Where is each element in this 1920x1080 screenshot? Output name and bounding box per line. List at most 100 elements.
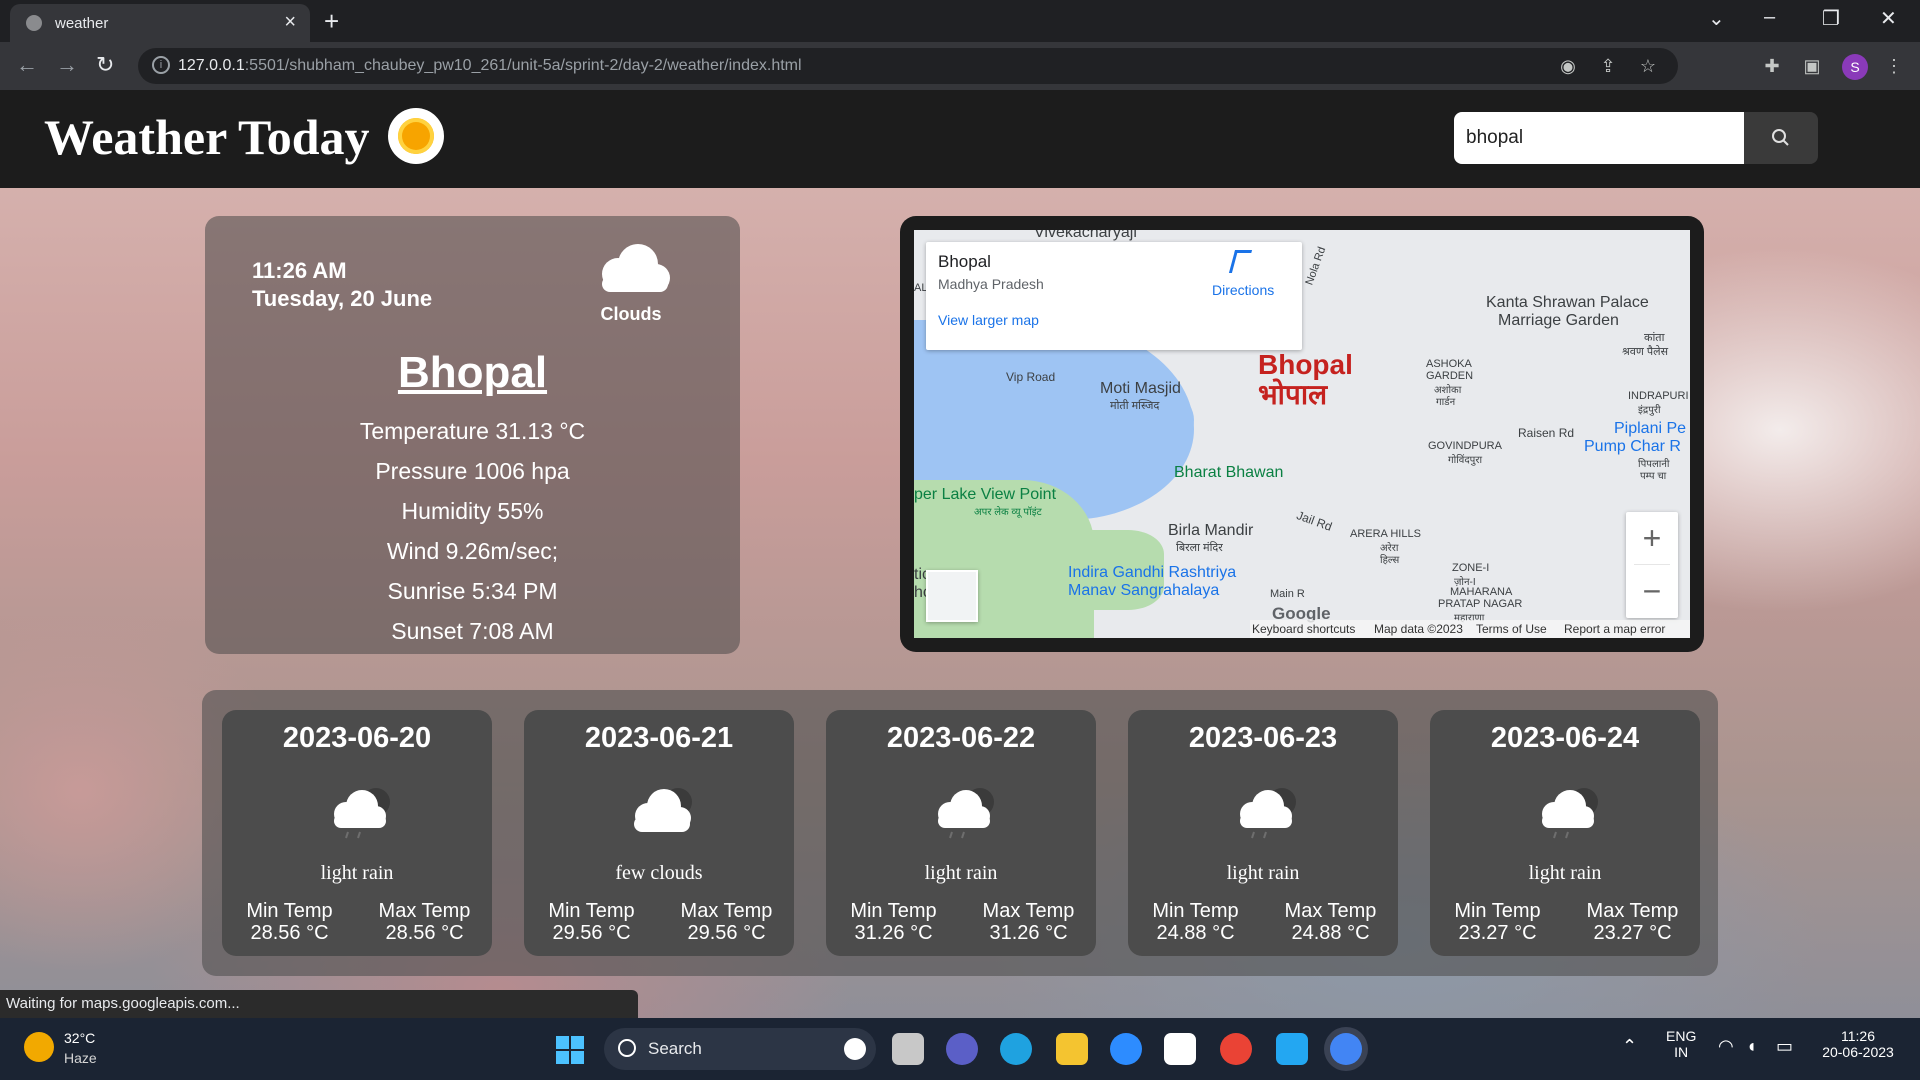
search-button[interactable]	[1744, 112, 1818, 164]
forecast-date: 2023-06-20	[282, 722, 432, 754]
profile-avatar[interactable]: S	[1842, 54, 1868, 80]
back-icon[interactable]: ←	[16, 52, 38, 78]
place-name: Bhopal	[938, 252, 991, 271]
minimize-icon[interactable]: –	[1764, 6, 1775, 29]
edge-icon[interactable]	[1000, 1033, 1032, 1065]
taskbar-weather-condition[interactable]: Haze	[64, 1050, 97, 1066]
current-weather-card: 11:26 AM Tuesday, 20 June Clouds Bhopal …	[205, 216, 740, 654]
windows-start-icon[interactable]	[556, 1036, 584, 1064]
place-info-popup: Bhopal Madhya Pradesh View larger map Di…	[926, 242, 1302, 350]
map-label: Kanta Shrawan Palace	[1486, 294, 1649, 311]
min-temp-label: Min Temp	[850, 900, 937, 922]
page-background: Weather Today 11:26 AM Tuesday, 20 June …	[0, 90, 1920, 1018]
google-map[interactable]: Vivekacharyaji Nola Rd AL Kanta Shrawan …	[914, 230, 1690, 638]
forecast-card: 2023-06-22 light rain Min Temp Max Temp …	[826, 710, 1096, 956]
directions-icon[interactable]	[1228, 250, 1253, 273]
restore-icon[interactable]: ❐	[1822, 6, 1840, 31]
brand-title: Weather Today	[44, 109, 370, 165]
rain-cloud-icon	[938, 788, 994, 839]
zoom-app-icon[interactable]	[1110, 1033, 1142, 1065]
forecast-description: few clouds	[615, 862, 703, 884]
min-temp-value: 28.56 °C	[250, 922, 329, 944]
volume-icon[interactable]: ◖	[1746, 1036, 1757, 1057]
store-icon[interactable]	[1164, 1033, 1196, 1065]
map-label: INDRAPURI	[1628, 390, 1689, 402]
forecast-card: 2023-06-23 light rain Min Temp Max Temp …	[1128, 710, 1398, 956]
battery-icon[interactable]: ▭	[1776, 1036, 1793, 1057]
map-label: कांता	[1644, 332, 1665, 344]
place-region: Madhya Pradesh	[938, 276, 1044, 292]
sun-logo-icon	[388, 108, 444, 164]
eye-off-icon[interactable]: ◉	[1558, 56, 1578, 76]
forecast-date: 2023-06-23	[1188, 722, 1338, 754]
zoom-out-button[interactable]: −	[1626, 565, 1678, 617]
reload-icon[interactable]: ↻	[96, 52, 114, 78]
share-icon[interactable]: ⇪	[1598, 56, 1618, 76]
browser-status-bar: Waiting for maps.googleapis.com...	[0, 990, 638, 1018]
file-explorer-icon[interactable]	[1056, 1033, 1088, 1065]
chrome-profile-icon[interactable]	[1330, 1033, 1362, 1065]
report-map-error-link[interactable]: Report a map error	[1564, 622, 1665, 636]
menu-icon[interactable]: ⋮	[1884, 56, 1904, 76]
forecast-date: 2023-06-21	[584, 722, 734, 754]
wind-text: Wind 9.26m/sec;	[386, 538, 559, 564]
star-icon[interactable]: ☆	[1638, 56, 1658, 76]
forecast-description: light rain	[924, 862, 998, 884]
view-larger-map-link[interactable]: View larger map	[938, 312, 1039, 328]
show-hidden-icons-chevron[interactable]: ⌃	[1622, 1036, 1637, 1057]
vscode-icon[interactable]	[1276, 1033, 1308, 1065]
bing-icon[interactable]	[844, 1038, 866, 1060]
pressure-text: Pressure 1006 hpa	[375, 458, 570, 484]
map-label: ARERA HILLS	[1350, 528, 1421, 540]
map-label: Birla Mandir	[1168, 522, 1254, 539]
forward-icon[interactable]: →	[56, 52, 78, 78]
map-label: ZONE-I	[1452, 562, 1490, 574]
zoom-in-button[interactable]: +	[1626, 512, 1678, 564]
site-info-icon[interactable]: i	[152, 56, 170, 74]
humidity-text: Humidity 55%	[401, 498, 544, 524]
city-search-input[interactable]	[1454, 112, 1744, 164]
tab-search-chevron-icon[interactable]: ⌄	[1708, 6, 1725, 31]
forecast-date: 2023-06-24	[1490, 722, 1640, 754]
map-data-text: Map data ©2023	[1374, 622, 1463, 636]
city-name: Bhopal	[397, 348, 548, 397]
new-tab-icon[interactable]: +	[324, 6, 339, 37]
language-indicator[interactable]: ENG IN	[1666, 1028, 1696, 1060]
map-label: Main R	[1270, 588, 1305, 600]
map-label: Moti Masjid	[1100, 380, 1181, 397]
clock[interactable]: 11:26 20-06-2023	[1816, 1028, 1900, 1060]
directions-link[interactable]: Directions	[1212, 282, 1274, 298]
map-label: अपर लेक व्यू पॉइंट	[974, 507, 1042, 518]
url-text[interactable]: 127.0.0.1:5501/shubham_chaubey_pw10_261/…	[178, 57, 802, 75]
browser-tab[interactable]: weather ×	[10, 4, 310, 42]
extensions-icon[interactable]: ✚	[1762, 56, 1782, 76]
map-label: इंद्रपुरी	[1638, 405, 1661, 416]
keyboard-shortcuts-link[interactable]: Keyboard shortcuts	[1252, 622, 1355, 636]
zoom-control: + −	[1626, 512, 1678, 618]
chat-icon[interactable]	[946, 1033, 978, 1065]
browser-toolbar: ← → ↻ i 127.0.0.1:5501/shubham_chaubey_p…	[0, 42, 1920, 90]
max-temp-label: Max Temp	[982, 900, 1075, 922]
wifi-icon[interactable]: ◠	[1718, 1036, 1734, 1057]
map-frame: Vivekacharyaji Nola Rd AL Kanta Shrawan …	[900, 216, 1704, 652]
terms-of-use-link[interactable]: Terms of Use	[1476, 622, 1547, 636]
weather-haze-icon[interactable]	[24, 1032, 54, 1062]
chrome-icon[interactable]	[1220, 1033, 1252, 1065]
side-panel-icon[interactable]: ▣	[1802, 56, 1822, 76]
rain-cloud-icon	[1240, 788, 1296, 839]
taskbar-weather-temp[interactable]: 32°C	[64, 1030, 95, 1046]
map-city-label: Bhopal भोपाल	[1258, 349, 1353, 410]
max-temp-value: 31.26 °C	[989, 922, 1068, 944]
address-bar[interactable]: i 127.0.0.1:5501/shubham_chaubey_pw10_26…	[138, 48, 1678, 84]
window-close-icon[interactable]: ✕	[1880, 6, 1897, 31]
map-label: हिल्स	[1380, 555, 1400, 566]
close-tab-icon[interactable]: ×	[284, 11, 296, 34]
map-label: Marriage Garden	[1498, 312, 1619, 329]
forecast-description: light rain	[1226, 862, 1300, 884]
map-layer-toggle[interactable]	[926, 570, 978, 622]
task-view-icon[interactable]	[892, 1033, 924, 1065]
map-label: Piplani Pe	[1614, 420, 1687, 437]
temperature-text: Temperature 31.13 °C	[359, 418, 586, 444]
taskbar-search[interactable]: Search	[604, 1028, 876, 1070]
forecast-description: light rain	[1528, 862, 1602, 884]
